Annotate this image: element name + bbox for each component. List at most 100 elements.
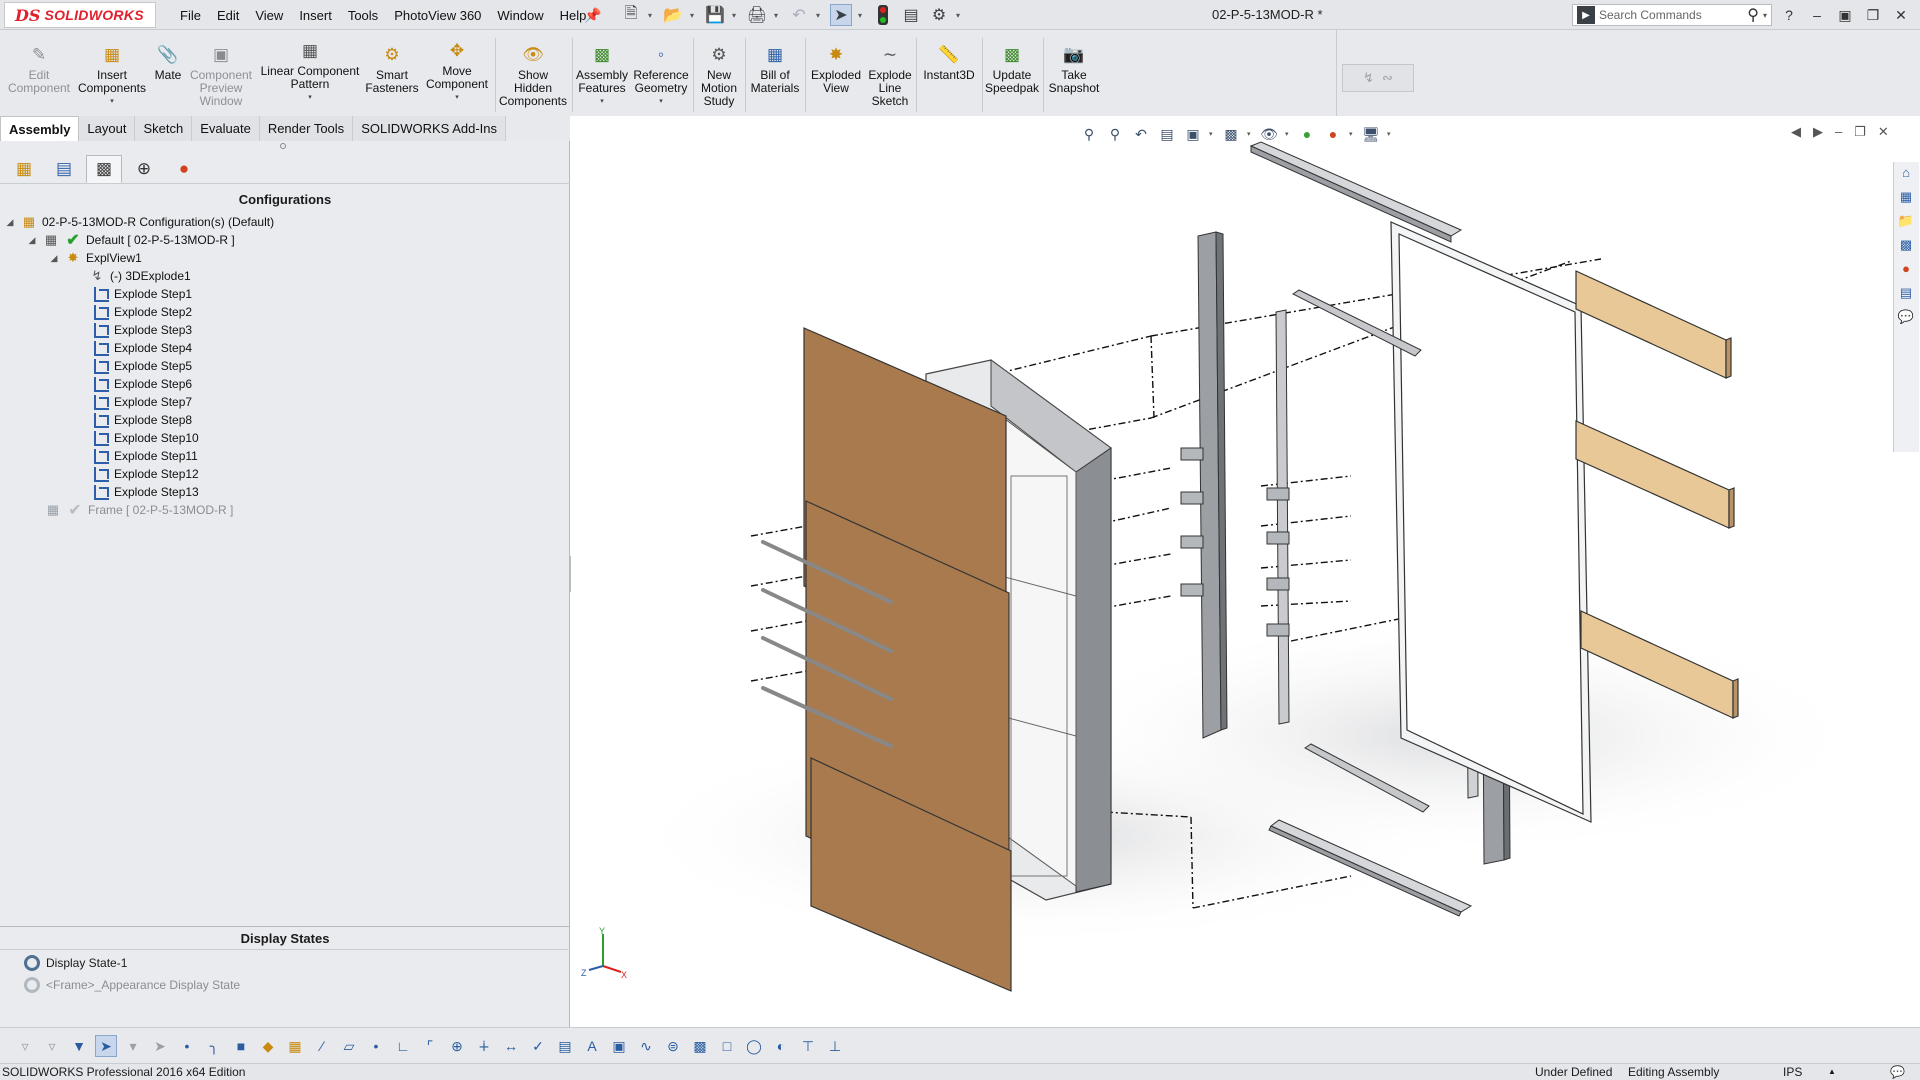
collapse-icon[interactable]: ◢ <box>26 235 38 246</box>
viewport-restore-icon[interactable]: ❐ <box>1854 124 1866 140</box>
linear-pattern-dropdown-icon[interactable]: ▾ <box>308 93 312 101</box>
filter-vertices-icon[interactable]: • <box>176 1035 198 1057</box>
file-explorer-icon[interactable]: 📁 <box>1894 210 1918 231</box>
dynamic-annotation-icon[interactable]: ▣ <box>1183 124 1203 144</box>
open-folder-icon[interactable]: 📂 <box>662 4 684 26</box>
new-dropdown-icon[interactable]: ▾ <box>648 11 656 20</box>
select-dropdown-icon[interactable]: ▾ <box>122 1035 144 1057</box>
filter-sketch-points-icon[interactable]: ⌜ <box>419 1035 441 1057</box>
sketch-tool-icon[interactable]: ∾ <box>1382 70 1393 86</box>
feature-manager-tab-icon[interactable]: ▦ <box>6 155 42 183</box>
view-orientation-icon[interactable]: ▩ <box>1221 124 1241 144</box>
view-settings-dropdown-icon[interactable]: ▾ <box>1387 130 1393 138</box>
mate-button[interactable]: 📎 Mate <box>150 30 186 116</box>
options-dropdown-icon[interactable]: ▾ <box>956 11 964 20</box>
solidworks-logo[interactable]: DS SOLIDWORKS <box>4 2 156 28</box>
insert-components-dropdown-icon[interactable]: ▾ <box>110 97 114 105</box>
linear-component-pattern-button[interactable]: ▦ Linear Component Pattern ▾ <box>258 30 362 116</box>
select-pointer-icon[interactable]: ➤ <box>830 4 852 26</box>
filter-icon[interactable]: ▿ <box>14 1035 36 1057</box>
filter-center-marks-icon[interactable]: ⊕ <box>446 1035 468 1057</box>
hide-show-items-icon[interactable]: 👁 <box>1259 124 1279 144</box>
view-palette-icon[interactable]: ▩ <box>1894 234 1918 255</box>
menu-tools[interactable]: Tools <box>340 8 386 23</box>
filter-datum-feature-icon[interactable]: ▣ <box>608 1035 630 1057</box>
move-component-dropdown-icon[interactable]: ▾ <box>455 93 459 101</box>
home-icon[interactable]: ⌂ <box>1894 162 1918 183</box>
zoom-to-fit-icon[interactable]: ⚲ <box>1079 124 1099 144</box>
explode-line-sketch-button[interactable]: ∼ Explode Line Sketch <box>866 30 914 116</box>
graphics-viewport[interactable]: ⚲ ⚲ ↶ ▤ ▣ ▾ ▩ ▾ 👁 ▾ ● ● ▾ 🖥 ▾ ◀ ▶ – ❐ ✕ ⌂ ▦ 📁… <box>571 116 1920 1027</box>
next-window-icon[interactable]: ▶ <box>1813 124 1823 140</box>
display-state-item[interactable]: Display State-1 <box>24 953 127 973</box>
custom-properties-icon[interactable]: ▤ <box>1894 282 1918 303</box>
configuration-manager-tab-icon[interactable]: ▩ <box>86 154 122 183</box>
menu-photoview[interactable]: PhotoView 360 <box>386 8 489 23</box>
filter-datum-target-icon[interactable]: ⊜ <box>662 1035 684 1057</box>
view-settings-monitor-icon[interactable]: 🖥 <box>1361 124 1381 144</box>
filter-sketch-segments-icon[interactable]: ∟ <box>392 1035 414 1057</box>
previous-window-icon[interactable]: ◀ <box>1791 124 1801 140</box>
select-dropdown-icon[interactable]: ▾ <box>858 11 866 20</box>
hide-show-dropdown-icon[interactable]: ▾ <box>1285 130 1291 138</box>
tab-assembly[interactable]: Assembly <box>0 116 80 141</box>
tab-render-tools[interactable]: Render Tools <box>259 116 354 141</box>
save-icon[interactable]: 💾 <box>704 4 726 26</box>
menu-file[interactable]: File <box>172 8 209 23</box>
exploded-view-button[interactable]: ✸ Exploded View <box>808 30 864 116</box>
menu-window[interactable]: Window <box>489 8 551 23</box>
menu-insert[interactable]: Insert <box>291 8 340 23</box>
section-view-icon[interactable]: ▤ <box>1157 124 1177 144</box>
filter-toggle-icon[interactable]: ▼ <box>68 1035 90 1057</box>
open-dropdown-icon[interactable]: ▾ <box>690 11 698 20</box>
edit-appearance-icon[interactable]: ● <box>1297 124 1317 144</box>
view-orientation-dropdown-icon[interactable]: ▾ <box>1209 130 1215 138</box>
search-icon[interactable]: ⚲ <box>1747 5 1759 25</box>
flex-tool-icon[interactable]: ↯ <box>1363 70 1374 86</box>
filter-notes-icon[interactable]: A <box>581 1035 603 1057</box>
smart-fasteners-button[interactable]: ⚙ Smart Fasteners <box>364 30 420 116</box>
filter-geometric-tolerance-icon[interactable]: ▤ <box>554 1035 576 1057</box>
tab-sketch[interactable]: Sketch <box>135 116 193 141</box>
search-command-type-icon[interactable]: ▶ <box>1577 6 1595 24</box>
collapse-icon[interactable]: ◢ <box>4 217 16 228</box>
filter-midpoints-icon[interactable]: ∔ <box>473 1035 495 1057</box>
tab-evaluate[interactable]: Evaluate <box>192 116 260 141</box>
reference-geometry-dropdown-icon[interactable]: ▾ <box>659 97 663 105</box>
filter-edges-icon[interactable]: ╮ <box>203 1035 225 1057</box>
filter-faces-icon[interactable]: ■ <box>230 1035 252 1057</box>
bill-of-materials-button[interactable]: ▦ Bill of Materials <box>748 30 802 116</box>
take-snapshot-button[interactable]: 📷 Take Snapshot <box>1046 30 1102 116</box>
rebuild-traffic-light-icon[interactable] <box>872 4 894 26</box>
minimize-icon[interactable]: – <box>1808 7 1826 23</box>
insert-components-button[interactable]: ▦ Insert Components ▾ <box>76 30 148 116</box>
display-style-dropdown-icon[interactable]: ▾ <box>1247 130 1253 138</box>
instant3d-button[interactable]: 📏 Instant3D <box>918 30 980 116</box>
viewport-close-icon[interactable]: ✕ <box>1878 124 1889 140</box>
help-icon[interactable]: ? <box>1780 7 1798 23</box>
tab-layout[interactable]: Layout <box>79 116 136 141</box>
component-preview-window-button[interactable]: ▣ Component Preview Window <box>188 30 254 116</box>
unit-system-selector[interactable]: IPS <box>1783 1064 1802 1080</box>
tree-config-frame[interactable]: ▦ ✔ Frame [ 02-P-5-13MOD-R ] <box>44 499 234 521</box>
assembly-features-dropdown-icon[interactable]: ▾ <box>600 97 604 105</box>
search-dropdown-icon[interactable]: ▾ <box>1763 11 1771 20</box>
property-manager-tab-icon[interactable]: ▤ <box>46 155 82 183</box>
filter-dowel-pin-icon[interactable]: ◯ <box>743 1035 765 1057</box>
filter-blocks-icon[interactable]: □ <box>716 1035 738 1057</box>
undo-dropdown-icon[interactable]: ▾ <box>816 11 824 20</box>
undo-icon[interactable]: ↶ <box>788 4 810 26</box>
tab-addins[interactable]: SOLIDWORKS Add-Ins <box>353 116 507 141</box>
ribbon-extra-tools[interactable]: ↯ ∾ <box>1342 64 1414 92</box>
viewport-minimize-icon[interactable]: – <box>1835 124 1842 140</box>
filter-routing-points-icon[interactable]: ⊤ <box>797 1035 819 1057</box>
tile-windows-icon[interactable]: ▣ <box>1836 7 1854 24</box>
menu-view[interactable]: View <box>247 8 291 23</box>
filter-axes-icon[interactable]: ∕ <box>311 1035 333 1057</box>
exploded-assembly-model[interactable] <box>571 116 1920 1027</box>
update-speedpak-button[interactable]: ▩ Update Speedpak <box>984 30 1040 116</box>
options-gear-icon[interactable]: ⚙ <box>928 4 950 26</box>
filter-surfaces-icon[interactable]: ◆ <box>257 1035 279 1057</box>
search-input[interactable]: Search Commands <box>1599 8 1747 22</box>
filter-dimensions-icon[interactable]: ↔ <box>500 1035 522 1057</box>
